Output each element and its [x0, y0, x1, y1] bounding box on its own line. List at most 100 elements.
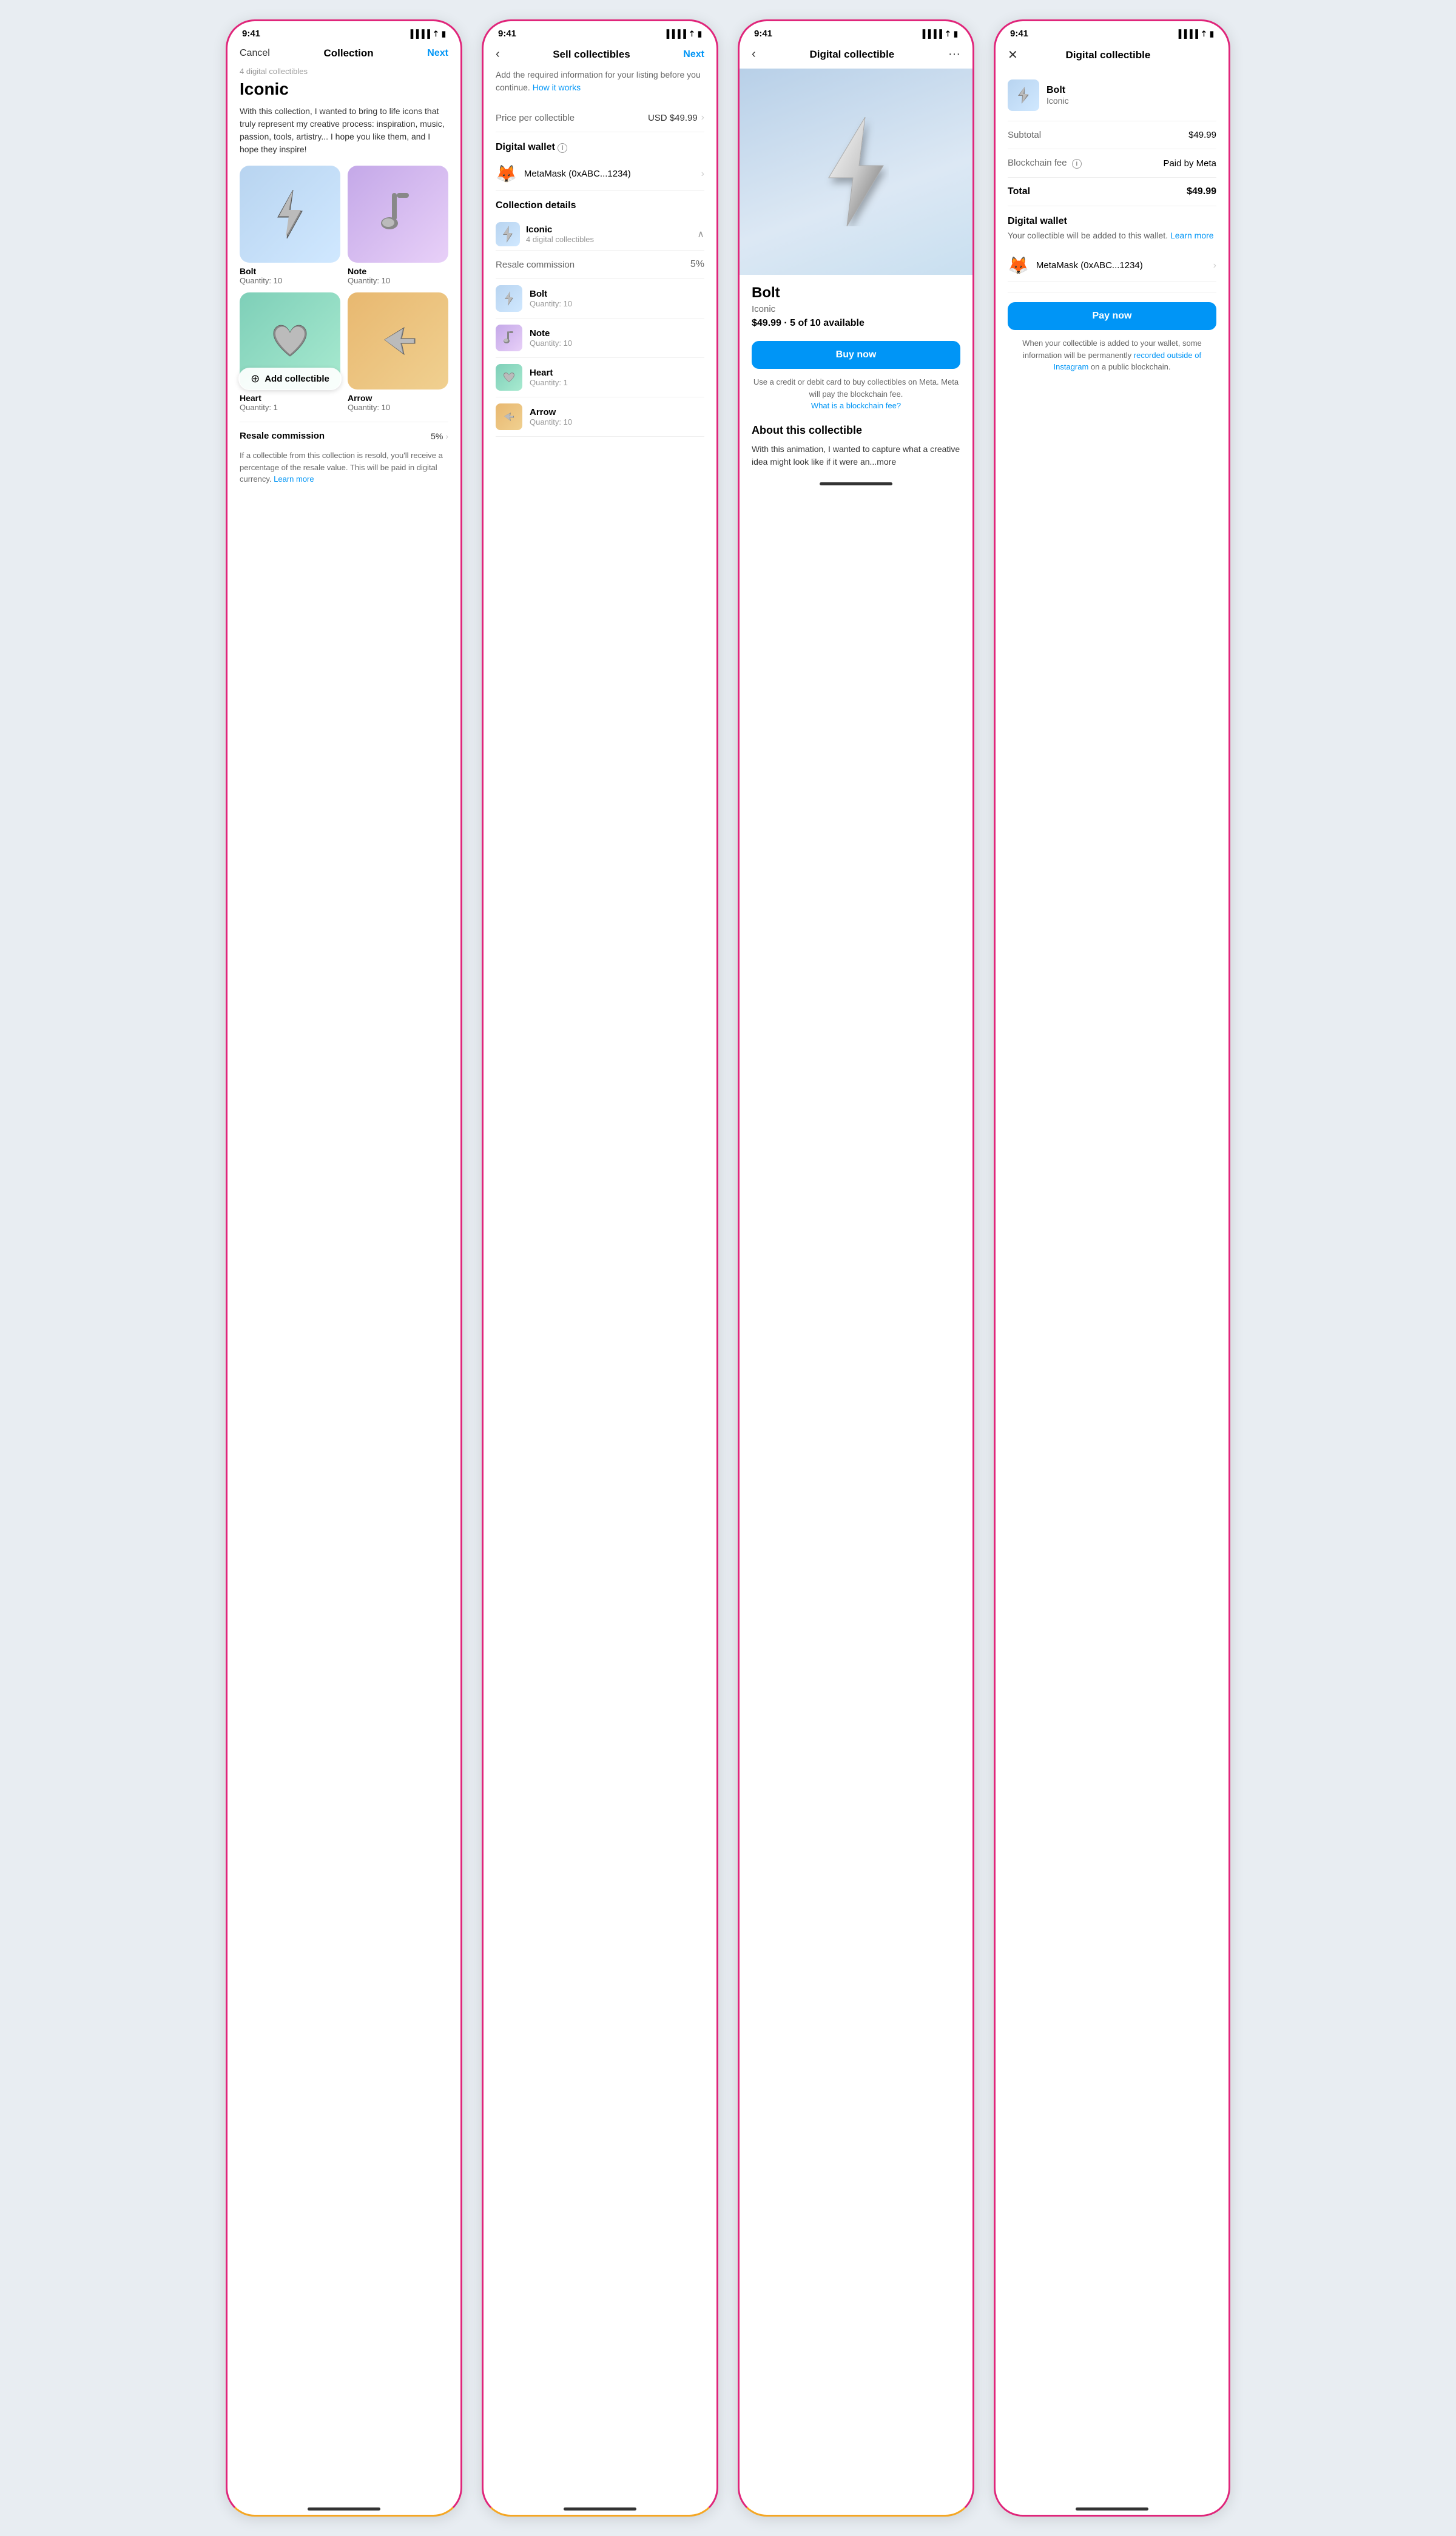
add-collectible-button[interactable]: ⊕ Add collectible	[238, 368, 342, 390]
collectible-arrow: Arrow Quantity: 10	[348, 292, 448, 412]
wallet-chevron-icon: ›	[701, 169, 704, 180]
time-1: 9:41	[242, 29, 260, 39]
subtotal-value: $49.99	[1188, 130, 1216, 140]
bolt-qty: Quantity: 10	[240, 276, 340, 285]
collection-collapse-icon[interactable]: ∧	[697, 228, 704, 240]
subtotal-row: Subtotal $49.99	[1008, 121, 1216, 149]
status-bar-1: 9:41 ▐▐▐▐ ⇡ ▮	[228, 21, 460, 42]
list-bolt-name: Bolt	[530, 289, 572, 299]
back-button-3[interactable]: ‹	[752, 47, 756, 61]
price-row[interactable]: Price per collectible USD $49.99 ›	[496, 104, 704, 132]
resale-comm-label: Resale commission	[496, 260, 575, 270]
resale-chevron-icon: ›	[445, 431, 448, 441]
home-bar-4	[1076, 2507, 1148, 2511]
battery-icon-2: ▮	[698, 29, 702, 39]
battery-icon-3: ▮	[954, 29, 958, 39]
list-heart-name: Heart	[530, 368, 568, 378]
collection-detail-info: Iconic 4 digital collectibles	[496, 222, 594, 246]
list-note-thumb	[496, 325, 522, 351]
next-button-2[interactable]: Next	[683, 49, 704, 60]
resale-row[interactable]: Resale commission 5% ›	[240, 422, 448, 450]
pay-now-button[interactable]: Pay now	[1008, 302, 1216, 330]
purchase-collectible-info: Bolt Iconic	[1008, 70, 1216, 121]
price-label: Price per collectible	[496, 113, 575, 123]
nav-bar-4: ✕ Digital collectible	[996, 42, 1228, 70]
wallet-info-icon[interactable]: i	[558, 143, 567, 153]
total-row: Total $49.99	[1008, 178, 1216, 206]
wallet-row[interactable]: 🦊 MetaMask (0xABC...1234) ›	[496, 158, 704, 191]
list-note: Note Quantity: 10	[496, 319, 704, 358]
purchase-content: Bolt Iconic Subtotal $49.99 Blockchain f…	[996, 70, 1228, 2503]
blockchain-fee-label: Blockchain fee i	[1008, 158, 1082, 169]
purchase-collection: Iconic	[1046, 96, 1069, 106]
price-value: USD $49.99 ›	[648, 112, 704, 123]
next-button-1[interactable]: Next	[427, 48, 448, 59]
note-image	[348, 166, 448, 263]
phone-purchase: 9:41 ▐▐▐▐ ⇡ ▮ ✕ Digital collectible Bolt…	[994, 19, 1230, 2517]
more-options-button[interactable]: ···	[948, 47, 960, 61]
phone-detail: 9:41 ▐▐▐▐ ⇡ ▮ ‹ Digital collectible ···	[738, 19, 974, 2517]
home-bar-2	[564, 2507, 636, 2511]
list-arrow-qty: Quantity: 10	[530, 417, 572, 427]
time-4: 9:41	[1010, 29, 1028, 39]
blockchain-fee-value: Paid by Meta	[1163, 158, 1216, 169]
nav-title-3: Digital collectible	[809, 49, 894, 61]
collection-detail-header[interactable]: Iconic 4 digital collectibles ∧	[496, 216, 704, 251]
close-button[interactable]: ✕	[1008, 47, 1018, 62]
cancel-button[interactable]: Cancel	[240, 48, 270, 59]
resale-label: Resale commission	[240, 431, 325, 441]
list-bolt-qty: Quantity: 10	[530, 299, 572, 308]
how-it-works-link[interactable]: How it works	[533, 83, 581, 92]
wifi-icon-4: ⇡	[1201, 29, 1207, 39]
dw-subtitle: Your collectible will be added to this w…	[1008, 229, 1216, 242]
list-arrow: Arrow Quantity: 10	[496, 397, 704, 437]
blockchain-fee-info-icon[interactable]: i	[1072, 159, 1082, 169]
home-indicator-2	[484, 2503, 716, 2515]
phone-sell: 9:41 ▐▐▐▐ ⇡ ▮ ‹ Sell collectibles Next A…	[482, 19, 718, 2517]
coll-sub: 4 digital collectibles	[526, 235, 594, 244]
nav-bar-2: ‹ Sell collectibles Next	[484, 42, 716, 69]
battery-icon: ▮	[442, 29, 446, 39]
list-heart-thumb	[496, 364, 522, 391]
product-price: $49.99 · 5 of 10 available	[752, 318, 960, 329]
list-note-qty: Quantity: 10	[530, 339, 572, 348]
note-name: Note	[348, 266, 448, 276]
total-value: $49.99	[1187, 186, 1216, 197]
home-indicator-1	[228, 2503, 460, 2515]
plus-icon: ⊕	[251, 373, 260, 385]
blockchain-fee-link[interactable]: What is a blockchain fee?	[811, 401, 901, 410]
product-title: Bolt	[752, 285, 960, 302]
list-heart-qty: Quantity: 1	[530, 378, 568, 387]
signal-icon: ▐▐▐▐	[408, 29, 430, 38]
wallet-section-title: Digital wallet i	[496, 142, 704, 153]
wallet-name: MetaMask (0xABC...1234)	[524, 169, 694, 179]
status-bar-3: 9:41 ▐▐▐▐ ⇡ ▮	[740, 21, 972, 42]
total-label: Total	[1008, 186, 1030, 197]
resale-note: If a collectible from this collection is…	[240, 450, 448, 497]
phone-collection: 9:41 ▐▐▐▐ ⇡ ▮ Cancel Collection Next 4 d…	[226, 19, 462, 2517]
nav-title-2: Sell collectibles	[553, 49, 630, 61]
blockchain-fee-row: Blockchain fee i Paid by Meta	[1008, 149, 1216, 178]
back-button-2[interactable]: ‹	[496, 47, 500, 61]
wifi-icon-3: ⇡	[945, 29, 951, 39]
signal-icon-2: ▐▐▐▐	[664, 29, 686, 38]
arrow-qty: Quantity: 10	[348, 403, 448, 412]
wallet-learn-more-link[interactable]: Learn more	[1170, 231, 1214, 240]
resale-commission-row: Resale commission 5%	[496, 251, 704, 279]
collection-section-title: Collection details	[496, 200, 704, 211]
wallet-row-4[interactable]: 🦊 MetaMask (0xABC...1234) ›	[1008, 249, 1216, 282]
product-collection: Iconic	[752, 304, 960, 314]
bolt-name: Bolt	[240, 266, 340, 276]
buy-now-button[interactable]: Buy now	[752, 341, 960, 369]
purchase-bolt-thumb	[1008, 79, 1039, 111]
learn-more-link[interactable]: Learn more	[274, 474, 314, 484]
about-text: With this animation, I wanted to capture…	[752, 443, 960, 468]
nav-bar-3: ‹ Digital collectible ···	[740, 42, 972, 69]
list-heart: Heart Quantity: 1	[496, 358, 704, 397]
signal-icon-3: ▐▐▐▐	[920, 29, 942, 38]
heart-qty: Quantity: 1	[240, 403, 340, 412]
collection-thumb	[496, 222, 520, 246]
bolt-image	[240, 166, 340, 263]
collectibles-grid: Bolt Quantity: 10 Note Quantity: 10	[240, 166, 448, 412]
resale-pct: 5%	[431, 431, 443, 441]
